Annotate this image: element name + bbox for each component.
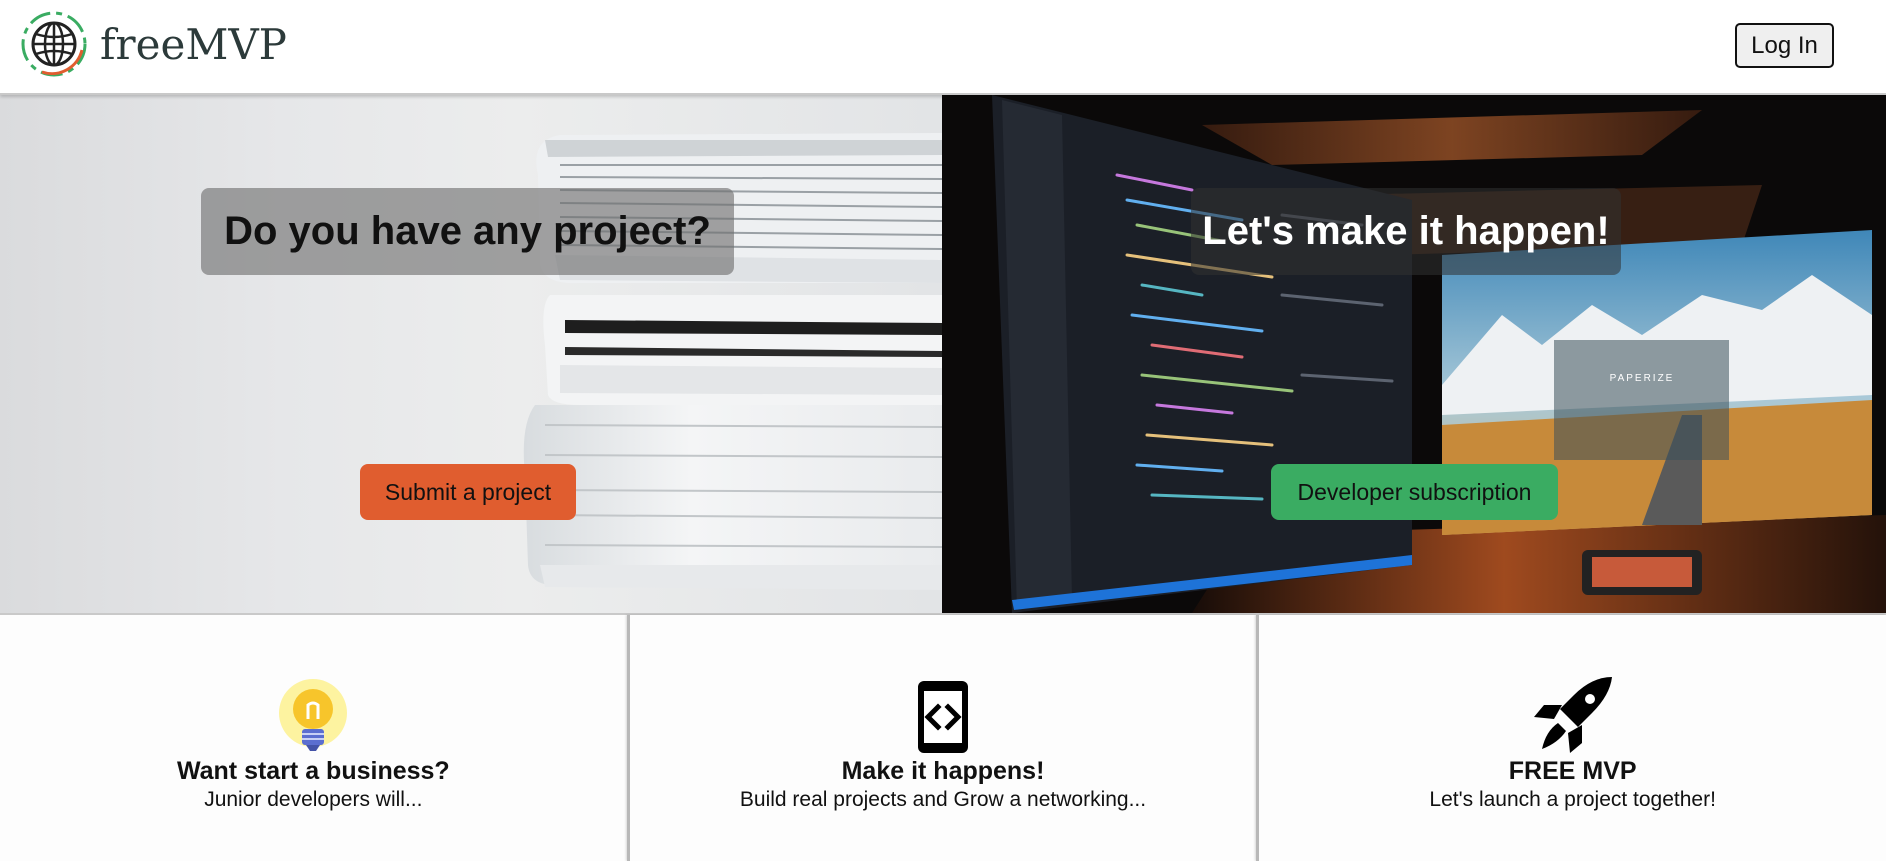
feature-card-free-mvp: FREE MVP Let's launch a project together… <box>1256 615 1886 861</box>
feature-title: Make it happens! <box>841 757 1045 785</box>
hero: Do you have any project? Submit a projec… <box>0 95 1886 613</box>
hero-title-developer: Let's make it happen! <box>1191 188 1621 275</box>
feature-subtitle: Junior developers will... <box>204 788 423 811</box>
brand-name: freeMVP <box>100 19 287 69</box>
feature-subtitle: Let's launch a project together! <box>1429 788 1716 811</box>
lightbulb-icon <box>278 679 348 755</box>
feature-card-business: Want start a business? Junior developers… <box>0 615 627 861</box>
code-device-icon <box>916 679 970 755</box>
developer-subscription-button[interactable]: Developer subscription <box>1271 464 1558 520</box>
globe-icon <box>21 11 87 77</box>
brand[interactable]: freeMVP <box>20 10 287 78</box>
feature-subtitle: Build real projects and Grow a networkin… <box>739 788 1147 811</box>
submit-project-button[interactable]: Submit a project <box>360 464 576 520</box>
hero-panel-developer: PAPERIZE Let's make it happen! Developer… <box>942 95 1886 613</box>
binders-photo <box>523 133 942 590</box>
feature-title: Want start a business? <box>176 757 450 785</box>
features-section: Want start a business? Junior developers… <box>0 613 1886 861</box>
site-header: freeMVP Log In <box>0 0 1886 95</box>
feature-title: FREE MVP <box>1508 757 1637 785</box>
hero-title-project: Do you have any project? <box>201 188 734 275</box>
rocket-icon <box>1532 677 1614 755</box>
paperize-text: PAPERIZE <box>1610 373 1675 384</box>
feature-card-make-it-happen: Make it happens! Build real projects and… <box>626 615 1257 861</box>
hero-panel-project: Do you have any project? Submit a projec… <box>0 95 942 613</box>
monitors-photo: PAPERIZE <box>942 95 1886 613</box>
login-button[interactable]: Log In <box>1735 23 1834 68</box>
